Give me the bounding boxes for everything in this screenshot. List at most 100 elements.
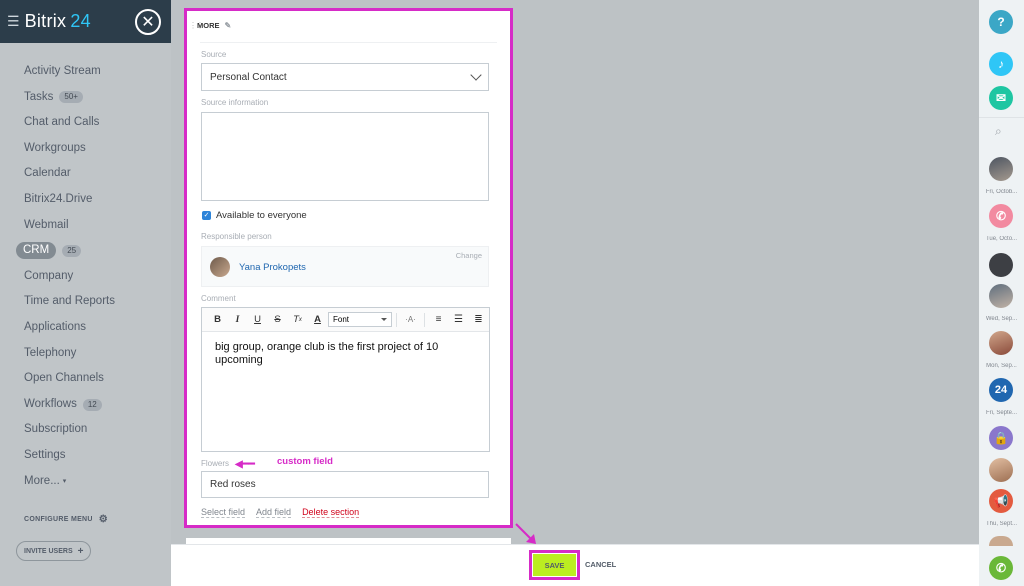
avatar[interactable]: [989, 536, 1013, 546]
sidebar-item-tasks[interactable]: Tasks 50+: [0, 85, 171, 111]
tasks-count-badge: 50+: [59, 91, 83, 104]
help-icon[interactable]: ?: [989, 10, 1013, 34]
delete-section-link[interactable]: Delete section: [302, 507, 360, 518]
align-icon[interactable]: ≣: [469, 311, 488, 329]
left-sidebar: ☰ Bitrix 24 ✕ Activity Stream Tasks 50+ Ch…: [0, 0, 171, 586]
section-title: MORE ✎: [197, 21, 231, 30]
comment-text[interactable]: big group, orange club is the first proj…: [202, 332, 489, 376]
pencil-icon[interactable]: ✎: [225, 21, 232, 30]
sidebar-item-applications[interactable]: Applications: [0, 315, 171, 341]
sidebar-item-label: Tasks: [24, 90, 54, 103]
avatar[interactable]: [989, 331, 1013, 355]
avatar[interactable]: [989, 157, 1013, 181]
sidebar-item-time-and-reports[interactable]: Time and Reports: [0, 289, 171, 315]
add-field-link[interactable]: Add field: [256, 507, 292, 518]
sidebar-item-activity-stream[interactable]: Activity Stream: [0, 59, 171, 85]
sidebar-item-subscription[interactable]: Subscription: [0, 417, 171, 443]
font-select[interactable]: Font: [328, 312, 392, 327]
sidebar-item-label: Bitrix24.Drive: [24, 192, 93, 205]
italic-icon[interactable]: I: [228, 311, 247, 329]
sidebar-item-label: Applications: [24, 320, 87, 333]
font-select-value: Font: [333, 315, 350, 324]
sidebar-item-company[interactable]: Company: [0, 264, 171, 290]
avatar[interactable]: [989, 458, 1013, 482]
configure-menu-button[interactable]: CONFIGURE MENU ⚙: [24, 514, 108, 525]
bulleted-list-icon[interactable]: ☰: [449, 311, 468, 329]
sidebar-item-label: Settings: [24, 448, 66, 461]
sidebar-item-crm[interactable]: CRM 25: [0, 238, 171, 264]
chat-icon[interactable]: ✉: [989, 86, 1013, 110]
close-icon[interactable]: ✕: [135, 9, 161, 35]
checkbox-checked-icon[interactable]: ✓: [202, 211, 211, 220]
section-title-text: MORE: [197, 21, 220, 30]
invite-users-label: INVITE USERS: [24, 547, 73, 555]
save-button[interactable]: SAVE: [533, 554, 576, 576]
cancel-button[interactable]: CANCEL: [585, 560, 616, 569]
sidebar-item-label: Chat and Calls: [24, 116, 100, 129]
flowers-input[interactable]: Red roses: [201, 471, 489, 498]
crm-count-badge: 25: [62, 244, 82, 257]
numbered-list-icon[interactable]: ≡: [429, 311, 448, 329]
sidebar-item-drive[interactable]: Bitrix24.Drive: [0, 187, 171, 213]
select-field-link[interactable]: Select field: [201, 507, 246, 518]
avatar[interactable]: [989, 253, 1013, 277]
sidebar-item-webmail[interactable]: Webmail: [0, 213, 171, 239]
recent-chat-date: Thu, Sept...: [985, 521, 1018, 527]
sidebar-item-calendar[interactable]: Calendar: [0, 161, 171, 187]
bold-icon[interactable]: B: [208, 311, 227, 329]
phone-icon[interactable]: ✆: [989, 556, 1013, 580]
plus-icon: +: [77, 545, 84, 557]
sidebar-item-label: Webmail: [24, 218, 69, 231]
comment-label: Comment: [201, 294, 236, 303]
bitrix24-chat-icon[interactable]: 24: [989, 378, 1013, 402]
right-bar: ? ♪ ✉ ⌕ Fri, Octob... ✆ Tue, Octo... Wed…: [979, 0, 1024, 586]
sidebar-item-workflows[interactable]: Workflows 12: [0, 392, 171, 418]
recent-chat-date: Mon, Sep...: [986, 363, 1017, 369]
available-label: Available to everyone: [216, 210, 307, 221]
editor-toolbar: B I U S Tx A Font ·A· ≡ ☰ ≣: [202, 308, 489, 332]
recent-chat-date: Fri, Septe...: [985, 410, 1017, 416]
brand-logo[interactable]: Bitrix 24: [25, 11, 91, 32]
strikethrough-icon[interactable]: S: [268, 311, 287, 329]
source-information-textarea[interactable]: [201, 112, 489, 201]
sidebar-item-label: Workflows: [24, 397, 77, 410]
search-icon[interactable]: ⌕: [995, 124, 1002, 139]
sidebar-menu: Activity Stream Tasks 50+ Chat and Calls …: [0, 59, 171, 494]
sidebar-item-chat-and-calls[interactable]: Chat and Calls: [0, 110, 171, 136]
bell-icon[interactable]: ♪: [989, 52, 1013, 76]
underline-icon[interactable]: U: [248, 311, 267, 329]
available-to-everyone-checkbox[interactable]: ✓ Available to everyone: [202, 210, 307, 221]
workflows-count-badge: 12: [82, 398, 102, 411]
flowers-label: Flowers: [201, 459, 230, 468]
sidebar-item-label: Company: [24, 269, 74, 282]
source-select[interactable]: Personal Contact: [201, 63, 489, 91]
text-color-icon[interactable]: A: [308, 311, 327, 329]
menu-icon[interactable]: ☰: [7, 13, 20, 30]
clear-format-icon[interactable]: Tx: [288, 311, 307, 329]
recent-chat-date: Fri, Octob...: [985, 189, 1018, 195]
responsible-person-name[interactable]: Yana Prokopets: [239, 262, 306, 273]
avatar[interactable]: [989, 284, 1013, 308]
sidebar-item-label: Calendar: [24, 167, 71, 180]
avatar: [210, 257, 230, 277]
sidebar-item-workgroups[interactable]: Workgroups: [0, 136, 171, 162]
chevron-down-icon: ▾: [62, 477, 67, 485]
phone-missed-icon[interactable]: ✆: [989, 204, 1013, 228]
change-responsible-link[interactable]: Change: [456, 251, 482, 260]
sidebar-item-settings[interactable]: Settings: [0, 443, 171, 469]
sidebar-item-telephony[interactable]: Telephony: [0, 341, 171, 367]
lock-icon[interactable]: 🔒: [989, 426, 1013, 450]
megaphone-icon[interactable]: 📢: [989, 489, 1013, 513]
sidebar-item-label: Activity Stream: [24, 65, 101, 77]
sidebar-item-label: Time and Reports: [24, 295, 115, 308]
sidebar-item-more[interactable]: More... ▾: [0, 469, 171, 495]
sidebar-item-open-channels[interactable]: Open Channels: [0, 366, 171, 392]
sidebar-item-label: Open Channels: [24, 372, 104, 385]
toolbar-separator: [424, 312, 425, 327]
recent-chat-date: Tue, Octo...: [985, 236, 1018, 242]
brand-number: 24: [70, 11, 91, 31]
font-size-icon[interactable]: ·A·: [401, 311, 420, 329]
invite-users-button[interactable]: INVITE USERS +: [16, 541, 92, 561]
sidebar-item-label: Telephony: [24, 346, 77, 359]
source-information-label: Source information: [201, 98, 269, 107]
